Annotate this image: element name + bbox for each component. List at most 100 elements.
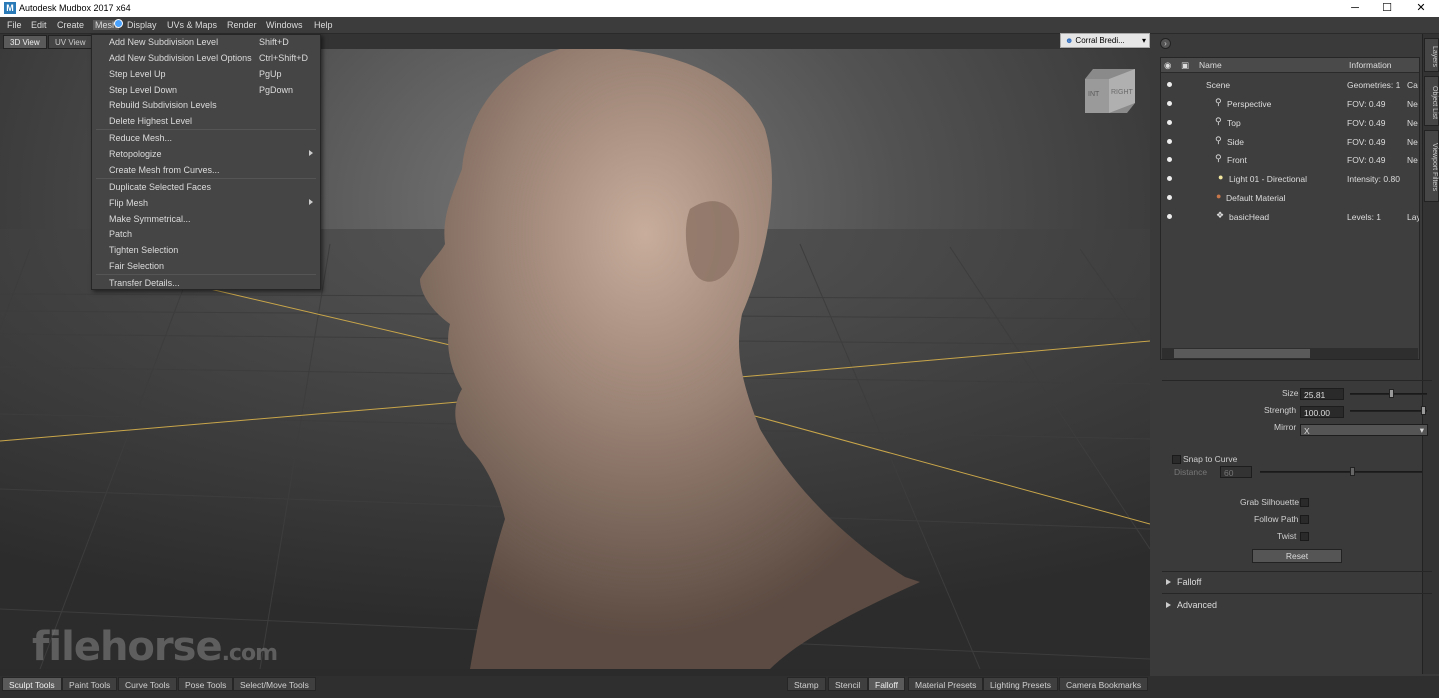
menu-item-make-symmetrical[interactable]: Make Symmetrical... (92, 212, 320, 227)
tab-paint-tools[interactable]: Paint Tools (62, 677, 118, 691)
tab-uv-view[interactable]: UV View (48, 35, 93, 49)
column-name[interactable]: Name (1199, 60, 1222, 70)
strength-label: Strength (1264, 405, 1297, 415)
chevron-down-icon: ▾ (1141, 36, 1146, 45)
lock-icon[interactable]: ▣ (1181, 60, 1189, 71)
size-slider[interactable] (1350, 389, 1427, 398)
menu-help[interactable]: Help (314, 20, 333, 30)
follow-path-checkbox[interactable] (1300, 515, 1309, 524)
menu-item-patch[interactable]: Patch (92, 227, 320, 242)
menu-item-duplicate-selected-faces[interactable]: Duplicate Selected Faces (92, 180, 320, 195)
divider (1162, 380, 1432, 381)
tab-3d-view[interactable]: 3D View (3, 35, 47, 49)
reset-button[interactable]: Reset (1252, 549, 1342, 563)
menu-edit[interactable]: Edit (31, 20, 47, 30)
side-tab-strip: Layers Object List Viewport Filters (1422, 34, 1439, 674)
tab-pose-tools[interactable]: Pose Tools (178, 677, 234, 691)
app-logo-icon: M (4, 2, 16, 14)
tab-sculpt-tools[interactable]: Sculpt Tools (2, 677, 62, 691)
expand-arrow-icon (1166, 579, 1171, 585)
advanced-section[interactable]: Advanced (1166, 600, 1217, 610)
maximize-button[interactable]: ☐ (1372, 0, 1402, 17)
menu-render[interactable]: Render (227, 20, 257, 30)
menu-item-flip-mesh[interactable]: Flip Mesh (92, 196, 320, 211)
menu-separator (96, 178, 316, 179)
outliner-row-camera[interactable]: ⚲ Perspective FOV: 0.49 Ne (1161, 95, 1419, 113)
grab-silhouette-checkbox[interactable] (1300, 498, 1309, 507)
menu-item-step-level-down[interactable]: Step Level Down PgDown (92, 83, 320, 98)
menu-separator (96, 274, 316, 275)
mirror-select[interactable]: X ▾ (1300, 424, 1428, 436)
menu-item-tighten-selection[interactable]: Tighten Selection (92, 243, 320, 258)
tab-camera-bookmarks[interactable]: Camera Bookmarks (1059, 677, 1149, 691)
menu-item-fair-selection[interactable]: Fair Selection (92, 259, 320, 274)
outliner-row-mesh[interactable]: ❖ basicHead Levels: 1 Lay (1161, 208, 1419, 226)
tab-viewport-filters[interactable]: Viewport Filters (1424, 130, 1439, 202)
distance-input[interactable]: 60 (1220, 466, 1252, 478)
divider (1162, 593, 1432, 594)
menu-item-add-subdivision[interactable]: Add New Subdivision Level Shift+D (92, 35, 320, 50)
outliner-row-camera[interactable]: ⚲ Front FOV: 0.49 Ne (1161, 151, 1419, 169)
outliner-row-light[interactable]: ● Light 01 - Directional Intensity: 0.80 (1161, 170, 1419, 188)
tab-object-list[interactable]: Object List (1424, 76, 1439, 126)
mirror-value: X (1304, 426, 1310, 436)
view-cube-left-label: INT (1088, 91, 1100, 98)
camera-icon: ⚲ (1215, 116, 1222, 126)
menu-item-retopologize[interactable]: Retopologize (92, 147, 320, 162)
size-slider-knob[interactable] (1389, 389, 1394, 398)
outliner-row-material[interactable]: ● Default Material (1161, 189, 1419, 207)
menu-separator (96, 129, 316, 130)
visibility-eye-icon[interactable]: ◉ (1164, 60, 1171, 71)
camera-icon: ⚲ (1215, 153, 1222, 163)
falloff-section[interactable]: Falloff (1166, 577, 1201, 587)
outliner-row-scene[interactable]: Scene Geometries: 1 Ca (1161, 76, 1419, 94)
twist-checkbox[interactable] (1300, 532, 1309, 541)
tab-stencil[interactable]: Stencil (828, 677, 868, 691)
menu-item-reduce-mesh[interactable]: Reduce Mesh... (92, 131, 320, 146)
camera-icon: ⚲ (1215, 97, 1222, 107)
menu-item-add-subdivision-options[interactable]: Add New Subdivision Level Options Ctrl+Sh… (92, 51, 320, 66)
minimize-button[interactable]: ─ (1340, 0, 1370, 17)
tab-material-presets[interactable]: Material Presets (908, 677, 984, 691)
user-icon: ☻ (1065, 36, 1074, 45)
distance-slider-knob[interactable] (1350, 467, 1355, 476)
mesh-icon: ❖ (1216, 210, 1225, 220)
menu-windows[interactable]: Windows (266, 20, 303, 30)
tab-falloff[interactable]: Falloff (868, 677, 905, 691)
menu-item-create-mesh-from-curves[interactable]: Create Mesh from Curves... (92, 163, 320, 178)
menu-create[interactable]: Create (57, 20, 84, 30)
follow-path-label: Follow Path (1254, 514, 1299, 524)
tab-layers[interactable]: Layers (1424, 38, 1439, 72)
outliner-row-camera[interactable]: ⚲ Side FOV: 0.49 Ne (1161, 133, 1419, 151)
outliner-scrollbar[interactable] (1162, 348, 1418, 359)
snap-to-curve-label: Snap to Curve (1183, 454, 1238, 464)
scrollbar-thumb[interactable] (1174, 349, 1310, 358)
strength-slider-knob[interactable] (1421, 406, 1426, 415)
outliner-row-camera[interactable]: ⚲ Top FOV: 0.49 Ne (1161, 114, 1419, 132)
tab-lighting-presets[interactable]: Lighting Presets (983, 677, 1058, 691)
strength-input[interactable]: 100.00 (1300, 406, 1344, 418)
collapse-panel-icon[interactable]: › (1160, 38, 1171, 49)
menu-item-delete-highest-level[interactable]: Delete Highest Level (92, 114, 320, 129)
strength-slider[interactable] (1350, 406, 1427, 415)
close-button[interactable]: ✕ (1406, 0, 1436, 17)
watermark-logo: filehorse.com (32, 624, 278, 670)
view-cube[interactable]: INT RIGHT (1085, 69, 1135, 113)
distance-slider[interactable] (1260, 467, 1422, 476)
snap-to-curve-checkbox[interactable] (1172, 455, 1181, 464)
tab-select-move-tools[interactable]: Select/Move Tools (233, 677, 316, 691)
tab-curve-tools[interactable]: Curve Tools (118, 677, 177, 691)
cursor-highlight-icon (114, 19, 123, 28)
expand-arrow-icon (1166, 602, 1171, 608)
menu-item-step-level-up[interactable]: Step Level Up PgUp (92, 67, 320, 82)
menu-uvs-maps[interactable]: UVs & Maps (167, 20, 217, 30)
camera-selector[interactable]: ☻ Corral Bredi... ▾ (1060, 33, 1150, 48)
menu-item-transfer-details[interactable]: Transfer Details... (92, 276, 320, 291)
tab-stamp[interactable]: Stamp (787, 677, 826, 691)
size-input[interactable]: 25.81 (1300, 388, 1344, 400)
menu-display[interactable]: Display (127, 20, 157, 30)
menu-file[interactable]: File (7, 20, 22, 30)
menu-item-rebuild-subdivision[interactable]: Rebuild Subdivision Levels (92, 98, 320, 113)
title-bar: M Autodesk Mudbox 2017 x64 ─ ☐ ✕ (0, 0, 1439, 17)
column-information[interactable]: Information (1349, 60, 1392, 70)
